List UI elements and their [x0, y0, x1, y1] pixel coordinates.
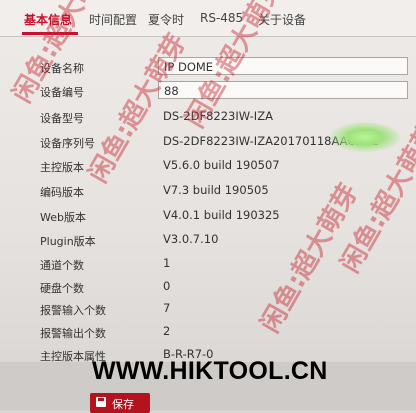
firmware-version-value: V5.6.0 build 190507 — [163, 158, 280, 172]
active-tab-indicator — [22, 32, 78, 35]
field-label: 编码版本 — [40, 186, 84, 199]
site-banner: WWW.HIKTOOL.CN — [92, 357, 328, 385]
field-label: 主控版本 — [40, 161, 84, 174]
device-number-input[interactable]: 88 — [158, 81, 408, 99]
tab-bar: 基本信息 时间配置 夏令时 RS-485 关于设备 — [0, 0, 416, 37]
field-label: Web版本 — [40, 211, 86, 224]
save-button[interactable]: 保存 — [90, 393, 150, 413]
field-label: 设备序列号 — [40, 137, 95, 150]
tab-dst[interactable]: 夏令时 — [148, 11, 184, 28]
device-name-input[interactable]: IP DOME — [158, 57, 408, 75]
encoding-version-value: V7.3 build 190505 — [163, 183, 269, 197]
tab-basic-info[interactable]: 基本信息 — [24, 11, 72, 28]
field-row-hdd-count: 硬盘个数 0 — [0, 276, 416, 298]
device-info-screen: 基本信息 时间配置 夏令时 RS-485 关于设备 设备名称 IP DOME 设… — [0, 0, 416, 413]
field-row-device-name: 设备名称 IP DOME — [0, 56, 416, 78]
field-label: 硬盘个数 — [40, 282, 84, 295]
field-label: 报警输出个数 — [40, 327, 106, 340]
channel-count-value: 1 — [163, 256, 171, 270]
field-row-firmware-version: 主控版本 V5.6.0 build 190507 — [0, 155, 416, 177]
field-label: 设备名称 — [40, 62, 84, 75]
field-row-plugin-version: Plugin版本 V3.0.7.10 — [0, 229, 416, 251]
alarm-output-count-value: 2 — [163, 324, 171, 338]
field-label: 通道个数 — [40, 259, 84, 272]
alarm-input-count-value: 7 — [163, 301, 171, 315]
screen-glare — [330, 122, 400, 152]
hdd-count-value: 0 — [163, 279, 171, 293]
save-icon — [96, 397, 106, 407]
field-row-channel-count: 通道个数 1 — [0, 253, 416, 275]
tab-time-config[interactable]: 时间配置 — [89, 11, 137, 28]
tab-rs485[interactable]: RS-485 — [200, 11, 243, 25]
field-label: 设备编号 — [40, 86, 84, 99]
field-label: Plugin版本 — [40, 235, 96, 248]
field-row-web-version: Web版本 V4.0.1 build 190325 — [0, 205, 416, 227]
plugin-version-value: V3.0.7.10 — [163, 232, 219, 246]
field-row-device-number: 设备编号 88 — [0, 80, 416, 102]
field-row-alarm-input-count: 报警输入个数 7 — [0, 298, 416, 320]
field-label: 设备型号 — [40, 112, 84, 125]
field-row-encoding-version: 编码版本 V7.3 build 190505 — [0, 180, 416, 202]
field-label: 报警输入个数 — [40, 304, 106, 317]
tab-about-device[interactable]: 关于设备 — [258, 11, 306, 28]
field-row-alarm-output-count: 报警输出个数 2 — [0, 321, 416, 343]
web-version-value: V4.0.1 build 190325 — [163, 208, 280, 222]
